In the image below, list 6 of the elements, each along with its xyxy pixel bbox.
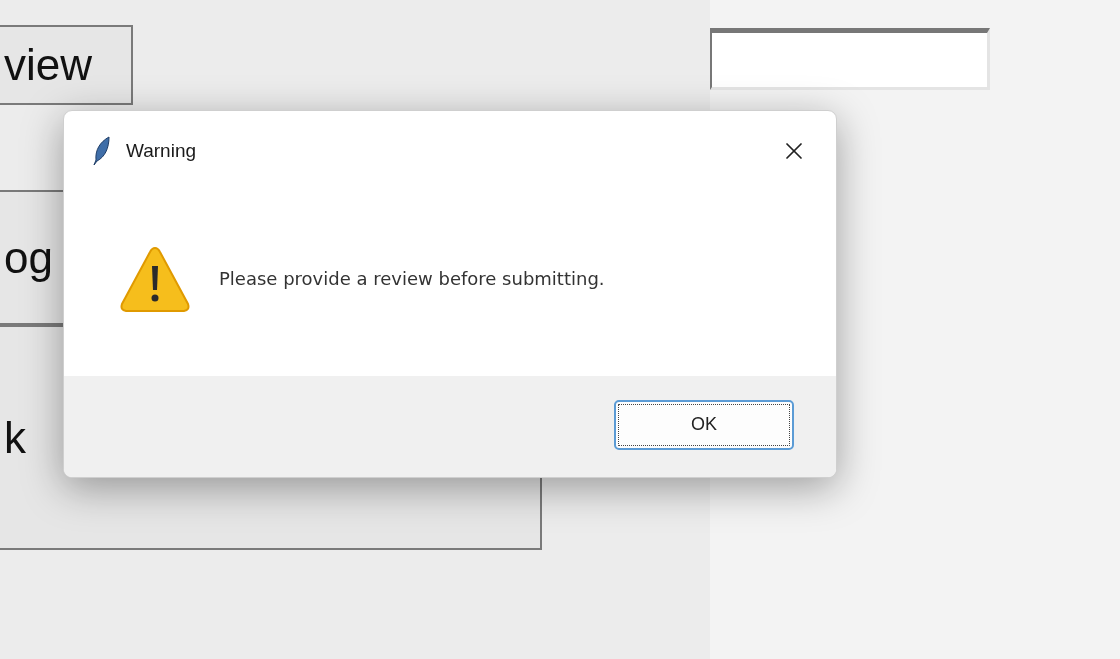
feather-icon (92, 136, 112, 166)
app-button[interactable]: view (0, 25, 133, 105)
text-entry[interactable] (710, 28, 990, 90)
warning-message: Please provide a review before submitting. (219, 267, 605, 291)
ok-button[interactable]: OK (614, 399, 794, 450)
dialog-title: Warning (126, 138, 198, 163)
